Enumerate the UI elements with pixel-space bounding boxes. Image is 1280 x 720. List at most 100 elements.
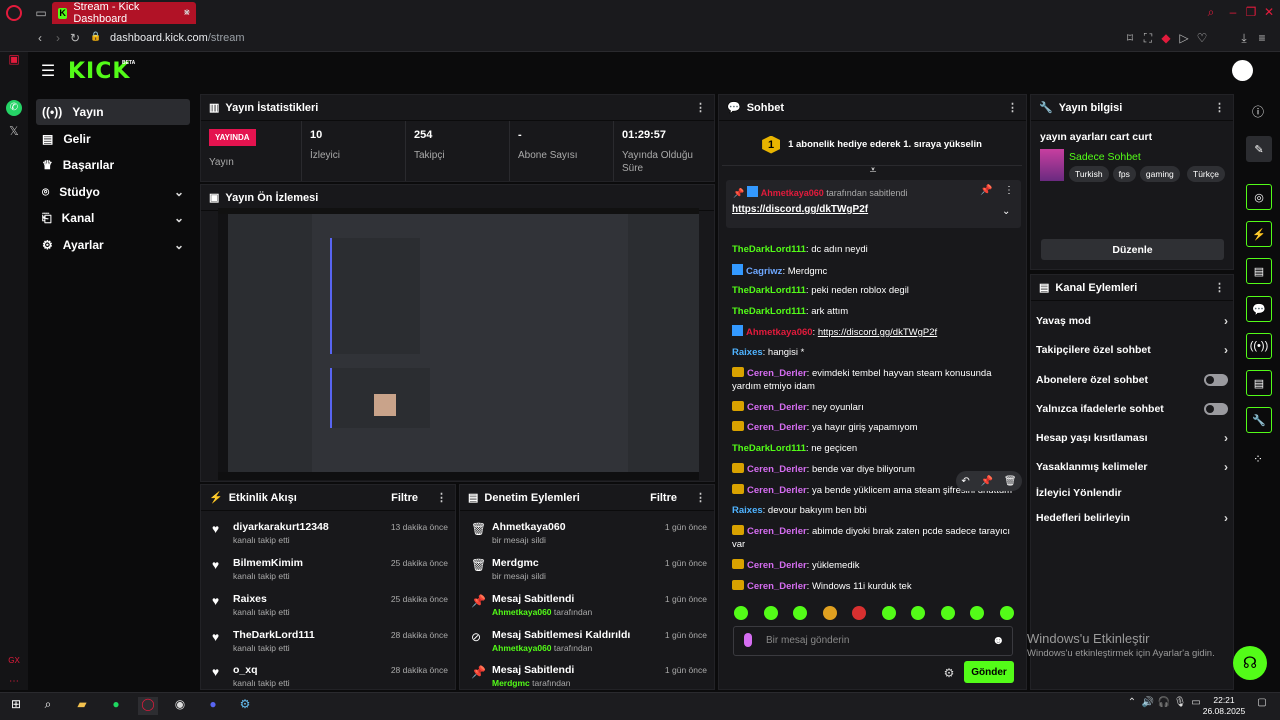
emoji-picker-icon[interactable]: ☻ [992,633,1005,647]
opera-logo-icon[interactable] [6,5,22,21]
chat-settings-gear-icon[interactable]: ⚙ [942,666,956,680]
chat-message[interactable]: Raixes: devour bakıyım ben bbi [732,504,1012,517]
more-options-icon[interactable]: ⋮ [695,101,706,114]
emote-5-icon[interactable] [852,606,867,620]
snapshot-icon[interactable]: ⛶ [1142,31,1154,46]
action-followers-only[interactable]: Takipçilere özel sohbet › [1036,339,1228,361]
emote-4-icon[interactable] [822,606,837,620]
reload-icon[interactable]: ↻ [68,31,82,45]
sidebar-item-ayarlar[interactable]: ⚙ Ayarlar ⌄ [36,232,190,258]
chat-message[interactable]: TheDarkLord111: dc adın neydi [732,243,1012,256]
workspaces-icon[interactable]: ▭ [34,6,48,20]
info-icon[interactable]: ⓘ [1250,103,1266,120]
sidebar-item-kanal[interactable]: ⎗ Kanal ⌄ [36,205,190,231]
sidebar-item-basarilar[interactable]: ♛ Başarılar [36,152,190,178]
action-banned-words[interactable]: Yasaklanmış kelimeler › [1036,456,1228,478]
shield-icon[interactable]: ◆ [1160,31,1172,45]
gift-leaderboard-banner[interactable]: 1 1 abonelik hediye ederek 1. sıraya yük… [722,124,1022,166]
sidebar-item-yayin[interactable]: ((•)) Yayın [36,99,190,125]
action-slow-mode[interactable]: Yavaş mod › [1036,310,1228,332]
download-icon[interactable]: ⤓ [1238,31,1250,46]
stream-preview-video[interactable] [218,208,699,480]
windows-start-icon[interactable]: ⊞ [6,697,26,715]
chat-message[interactable]: Ceren_Derler: abimde diyoki bırak zaten … [732,525,1012,551]
moderation-toggle-icon[interactable]: ▤ [1246,258,1272,284]
more-icon[interactable]: ⋯ [6,676,22,687]
stream-info-toggle-icon[interactable]: 🔧 [1246,407,1272,433]
chevron-down-icon[interactable]: ⌄ [1002,206,1010,217]
activity-toggle-icon[interactable]: ⚡ [1246,221,1272,247]
chat-username[interactable]: TheDarkLord111 [732,306,806,317]
chat-message[interactable]: TheDarkLord111: peki neden roblox degil [732,284,1012,297]
edit-layout-icon[interactable]: ✎ [1246,136,1272,162]
chat-toggle-icon[interactable]: 💬 [1246,296,1272,322]
chat-message[interactable]: Ahmetkaya060: https://discord.gg/dkTWgP2… [732,325,1012,339]
pinned-more-icon[interactable]: ⋮ [1004,185,1014,196]
filter-button[interactable]: Filtre [391,492,418,504]
category-thumbnail[interactable] [1040,149,1064,181]
more-options-icon[interactable]: ⋮ [695,491,706,504]
spotify-icon[interactable]: ● [106,697,126,715]
chat-message[interactable]: Ceren_Derler: ney oyunları [732,401,1012,414]
url-field[interactable]: dashboard.kick.com/stream [110,32,245,44]
send-button[interactable]: Gönder [964,661,1014,683]
chat-username[interactable]: Ceren_Derler [747,485,807,496]
avatar[interactable] [1232,60,1253,81]
chat-input[interactable]: Bir mesaj gönderin ☻ [733,626,1013,656]
action-emotes-only[interactable]: Yalnızca ifadelerle sohbet [1036,398,1228,420]
pinned-message[interactable]: 📌 Ahmetkaya060 tarafından sabitlendi htt… [726,180,1021,228]
chat-username[interactable]: Ceren_Derler [747,560,807,571]
collapse-banner-icon[interactable]: ⩡ [866,163,880,178]
emote-8-icon[interactable] [940,606,955,620]
more-options-icon[interactable]: ⋮ [436,491,447,504]
category-name[interactable]: Sadece Sohbet [1069,151,1141,163]
minimize-icon[interactable]: – [1226,5,1240,19]
more-options-icon[interactable]: ⋮ [1214,101,1225,114]
delete-icon[interactable]: 🗑 [1004,476,1017,487]
steam-icon[interactable]: ⚙ [235,697,255,715]
new-tab-icon[interactable]: + [180,5,194,19]
restore-icon[interactable]: ❐ [1244,5,1258,19]
emote-7-icon[interactable] [911,606,926,620]
x-twitter-icon[interactable]: 𝕏 [6,124,22,138]
preview-toggle-icon[interactable]: ◎ [1246,184,1272,210]
chat-message[interactable]: TheDarkLord111: ark attım [732,305,1012,318]
gx-icon[interactable]: GX [5,656,23,665]
chat-username[interactable]: Ceren_Derler [747,464,807,475]
obs-icon[interactable]: ◉ [170,697,190,715]
chat-username[interactable]: Raixes [732,505,763,516]
support-headset-icon[interactable]: ☊ [1233,646,1267,680]
notifications-icon[interactable]: ▢ [1252,697,1272,715]
tab-stream-kick-dashboard[interactable]: K Stream - Kick Dashboard × [52,1,196,25]
bookmark-icon[interactable]: ⌑ [1124,31,1136,45]
chat-username[interactable]: Ceren_Derler [747,402,807,413]
taskbar-clock[interactable]: 22:21 26.08.2025 [1200,695,1248,717]
chat-username[interactable]: Ceren_Derler [747,581,807,592]
wallet-sidebar-icon[interactable]: ▣ [7,52,21,66]
search-tabs-icon[interactable]: ⌕ [1204,5,1218,20]
chat-username[interactable]: TheDarkLord111 [732,443,806,454]
pin-icon[interactable]: 📌 [981,476,993,487]
microphone-icon[interactable] [744,633,752,647]
emotes-only-toggle[interactable] [1204,403,1228,415]
chat-username[interactable]: Ceren_Derler [747,422,807,433]
chat-message[interactable]: Ceren_Derler: yüklemedik [732,559,1012,572]
chat-username[interactable]: Cagriwz [746,266,782,277]
sidebar-item-studyo[interactable]: ⌾ Stüdyo ⌄ [36,179,190,205]
action-subscribers-only[interactable]: Abonelere özel sohbet [1036,369,1228,391]
unpin-button-icon[interactable]: 📌 [980,185,992,196]
chat-username[interactable]: Raixes [732,347,763,358]
menu-icon[interactable]: ≡ [1256,31,1268,45]
filter-button[interactable]: Filtre [650,492,677,504]
sidebar-item-gelir[interactable]: ▤ Gelir [36,126,190,152]
chat-message[interactable]: Raixes: hangisi * [732,346,1012,359]
layout-icon[interactable]: ⁘ [1250,452,1266,466]
heart-icon[interactable]: ♡ [1196,31,1208,45]
back-icon[interactable]: ‹ [34,31,46,45]
action-set-goals[interactable]: Hedefleri belirleyin › [1036,507,1228,529]
more-options-icon[interactable]: ⋮ [1214,281,1225,294]
emote-9-icon[interactable] [970,606,985,620]
taskbar-search-icon[interactable]: ⌕ [38,697,58,715]
chat-username[interactable]: TheDarkLord111 [732,285,806,296]
chat-link[interactable]: https://discord.gg/dkTWgP2f [818,327,937,338]
